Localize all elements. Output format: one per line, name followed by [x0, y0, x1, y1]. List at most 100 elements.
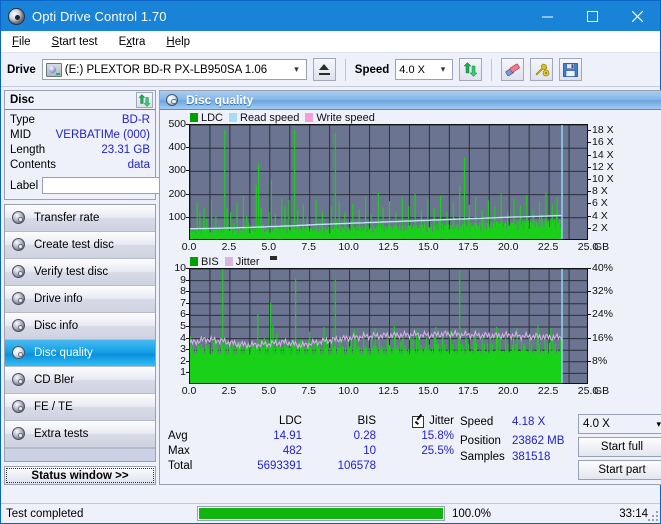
jitter-marker-icon	[269, 256, 277, 260]
menu-extra-rest: tra	[132, 35, 146, 48]
disc-row-length: Length 23.31 GB	[10, 143, 150, 158]
maximize-button[interactable]	[570, 1, 615, 31]
ldc-x-axis: 0.0 2.5 5.0 7.5 10.0 12.5 15.0 17.5 20.0 22.5 25.0…	[162, 240, 661, 255]
axis-tick-label: 20.0	[497, 241, 519, 253]
save-button[interactable]	[559, 58, 583, 81]
position-key: Position	[460, 435, 501, 447]
axis-tick	[588, 142, 591, 144]
sidebar-item-label: Extra tests	[34, 428, 89, 440]
jitter-label: Jitter	[429, 415, 454, 427]
axis-tick	[588, 191, 591, 193]
axis-tick-label: 0.0	[181, 385, 197, 397]
position-value: 23862 MB	[512, 435, 565, 447]
axis-tick	[588, 227, 591, 229]
axis-tick-label: 6 X	[592, 197, 608, 210]
menu-item-help[interactable]: Help	[163, 35, 193, 49]
legend-swatch	[224, 257, 233, 266]
menu-item-file[interactable]: File	[9, 35, 34, 49]
disc-row-contents-key: Contents	[10, 159, 57, 171]
column-header-jitter: Jitter	[376, 414, 460, 429]
samples-key: Samples	[460, 451, 505, 463]
erase-button[interactable]	[501, 58, 525, 81]
legend-label: Jitter	[235, 255, 260, 268]
sidebar-item-create-test-disc[interactable]: Create test disc	[5, 232, 155, 259]
disc-icon	[12, 373, 27, 387]
axis-tick-label: 18 X	[592, 124, 614, 137]
axis-tick-label: 20.0	[497, 385, 519, 397]
test-speed-select[interactable]: 4.0 X ▾	[578, 414, 661, 434]
menu-item-start-test[interactable]: Start test	[49, 35, 101, 49]
disc-row-length-value: 23.31 GB	[101, 144, 150, 156]
axis-tick-label: 16 X	[592, 136, 614, 149]
sidebar-item-disc-info[interactable]: Disc info	[5, 313, 155, 340]
sidebar-item-label: Drive info	[34, 293, 83, 305]
charts-area: LDC Read speed Write speed 100 200 300 400 5…	[160, 110, 661, 412]
disc-label-row: Label	[10, 176, 245, 195]
resize-grip[interactable]	[648, 511, 658, 521]
disc-icon	[12, 427, 27, 441]
result-samples: Samples 381518	[460, 449, 572, 465]
quality-stats-table: LDC BIS Jitter Avg 14.91 0.28 15.8% Max …	[164, 414, 460, 474]
eject-button[interactable]	[312, 58, 336, 81]
axis-tick-label: 32%	[592, 285, 614, 298]
menu-help-rest: elp	[174, 35, 191, 48]
axis-tick-label: 12.5	[378, 385, 399, 397]
sidebar-item-extra-tests[interactable]: Extra tests	[5, 421, 155, 448]
disc-row-type: Type BD-R	[10, 113, 150, 128]
menu-item-extra[interactable]: Extra	[116, 35, 149, 49]
axis-tick-label: 5.0	[261, 385, 277, 397]
axis-tick-label: 40%	[592, 262, 614, 274]
row-key-total: Total	[168, 460, 193, 472]
axis-tick-label: 2.5	[221, 241, 237, 253]
disc-label-key: Label	[10, 179, 39, 192]
close-button[interactable]	[615, 1, 660, 31]
speed-select[interactable]: 4.0 X ▾	[395, 59, 454, 80]
tools-button[interactable]	[530, 58, 554, 81]
eject-icon	[318, 64, 330, 75]
ldc-y2-axis: 2 X4 X6 X8 X 10 X 12 X 14 X 16 X 18 X	[588, 124, 618, 240]
refresh-button[interactable]	[459, 58, 483, 81]
legend-item-read-speed: Read speed	[229, 112, 299, 124]
axis-tick	[588, 203, 591, 205]
sidebar-item-drive-info[interactable]: Drive info	[5, 286, 155, 313]
legend-swatch	[190, 113, 198, 122]
ldc-y-axis: 100 200 300 400 500	[162, 118, 189, 240]
status-window-button[interactable]: Status window >>	[4, 466, 156, 485]
start-full-button[interactable]: Start full	[578, 437, 661, 457]
progress-percent-text: 100.0%	[452, 507, 492, 520]
axis-tick-label: 2 X	[592, 221, 608, 234]
drive-select[interactable]: (E:) PLEXTOR BD-R PX-LB950SA 1.06 ▾	[41, 59, 307, 80]
speed-key: Speed	[460, 416, 494, 428]
minimize-button[interactable]	[525, 1, 570, 31]
title-bar: Opti Drive Control 1.70	[1, 1, 660, 31]
sidebar-item-transfer-rate[interactable]: Transfer rate	[5, 205, 155, 232]
sidebar-item-disc-quality[interactable]: Disc quality	[5, 340, 155, 367]
sidebar-item-cd-bler[interactable]: CD Bler	[5, 367, 155, 394]
sidebar-item-fe-te[interactable]: FE / TE	[5, 394, 155, 421]
axis-tick-label: 0.0	[181, 241, 197, 253]
jitter-checkbox[interactable]	[412, 415, 425, 428]
toolbar-divider-2	[491, 58, 493, 81]
eraser-icon	[505, 63, 520, 76]
sidebar-item-verify-test-disc[interactable]: Verify test disc	[5, 259, 155, 286]
disc-row-type-value: BD-R	[121, 114, 150, 126]
progress-fill	[199, 508, 443, 519]
save-icon	[563, 62, 579, 77]
bis-x-axis: 0.0 2.5 5.0 7.5 10.0 12.5 15.0 17.5 20.0 22.5 25.0…	[162, 384, 661, 399]
disc-refresh-button[interactable]	[136, 92, 153, 108]
start-part-label: Start part	[598, 464, 646, 476]
bis-y-axis: 1 2 3 4 5 6 7 8 9 10	[162, 262, 189, 384]
bis-plot-area	[189, 268, 588, 384]
legend-label: BIS	[201, 255, 219, 268]
total-jitter-value	[376, 459, 460, 474]
menu-start-test-rest: tart test	[59, 35, 98, 48]
chevron-down-icon: ▾	[294, 64, 299, 74]
start-part-button[interactable]: Start part	[578, 460, 661, 480]
row-key-avg: Avg	[168, 430, 188, 442]
disc-icon	[12, 292, 27, 306]
disc-panel: Disc Type BD-R MID VERBATIMe (000) Lengt…	[4, 90, 245, 200]
max-jitter-value: 25.5%	[421, 445, 454, 457]
axis-tick-label: 14 X	[592, 148, 614, 161]
sidebar-item-label: Transfer rate	[34, 212, 100, 224]
toolbar-divider-1	[344, 58, 346, 81]
